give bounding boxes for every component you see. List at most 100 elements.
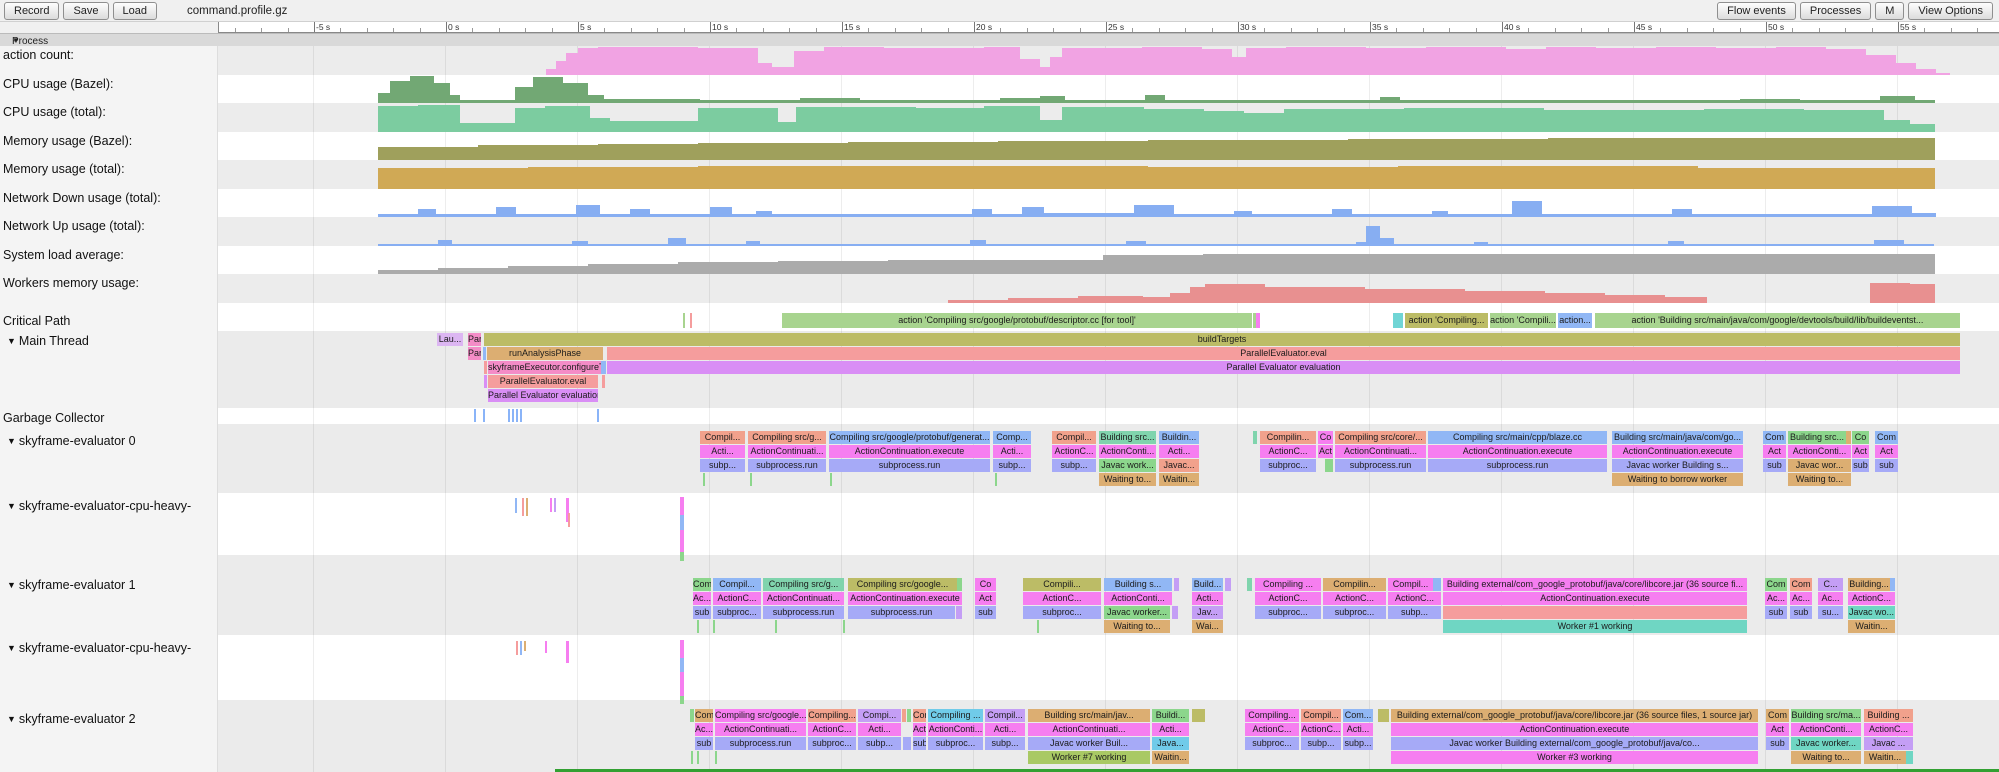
slice[interactable]: Javac... [1159,459,1199,472]
counter-bar-cpu-usage-bazel[interactable] [390,81,410,103]
event-tick[interactable] [516,409,518,422]
slice[interactable] [1247,578,1252,591]
slice[interactable] [1378,709,1389,722]
counter-bar-action-count[interactable] [1716,48,1776,75]
counter-bar-network-up-usage[interactable] [378,244,438,246]
slice[interactable]: action 'Compiling src/google/protobuf/de… [782,313,1252,328]
event-tick[interactable] [522,498,524,516]
counter-bar-cpu-usage-total[interactable] [796,107,916,132]
slice[interactable]: action 'Compili... [1490,313,1556,328]
counter-bar-action-count[interactable] [1916,69,1936,75]
slice[interactable]: subproc... [1323,606,1386,619]
slice[interactable]: sub [1763,459,1786,472]
counter-bar-cpu-usage-bazel[interactable] [1065,100,1145,103]
counter-bar-workers-memory-usage[interactable] [1465,291,1545,303]
slice[interactable]: Building src... [1099,431,1156,444]
counter-bar-action-count[interactable] [794,51,824,75]
counter-bar-cpu-usage-bazel[interactable] [450,95,460,103]
counter-bar-workers-memory-usage[interactable] [1870,283,1910,303]
slice[interactable]: Compiling src/google... [715,709,806,722]
counter-bar-system-load-average[interactable] [778,261,888,274]
slice[interactable]: Javac worker Buil... [1028,737,1150,750]
slice[interactable]: Com [913,709,926,722]
event-tick[interactable] [512,409,514,422]
counter-bar-cpu-usage-total[interactable] [1544,110,1704,132]
slice[interactable] [957,578,962,591]
slice[interactable] [703,473,705,486]
counter-bar-cpu-usage-bazel[interactable] [1800,100,1880,103]
slice[interactable]: sub [1790,606,1812,619]
event-tick[interactable] [568,513,570,527]
counter-bar-network-down-usage[interactable] [630,209,650,217]
slice[interactable]: ActionC... [1323,592,1386,605]
counter-bar-network-up-usage[interactable] [1874,240,1904,246]
slice[interactable]: Jav... [1192,606,1223,619]
track-label-memory-usage-total[interactable]: Memory usage (total): [3,162,125,176]
slice[interactable]: ActionContinuati... [763,592,844,605]
slice[interactable] [1225,578,1231,591]
slice[interactable]: Act [1852,445,1869,458]
slice[interactable] [1172,606,1178,619]
slice[interactable]: subp... [700,459,745,472]
counter-bar-cpu-usage-total[interactable] [460,123,515,132]
slice[interactable]: Com [1765,578,1787,591]
counter-bar-cpu-usage-bazel[interactable] [1000,98,1040,103]
counter-bar-action-count[interactable] [1246,48,1286,75]
counter-bar-network-up-usage[interactable] [1474,242,1488,246]
counter-bar-cpu-usage-total[interactable] [1204,111,1244,132]
counter-bar-cpu-usage-bazel[interactable] [1380,97,1400,103]
counter-bar-cpu-usage-bazel[interactable] [378,93,390,103]
counter-bar-cpu-usage-bazel[interactable] [563,83,588,103]
slice[interactable] [683,313,685,328]
slice[interactable]: Waitin... [1848,620,1895,633]
counter-bar-cpu-usage-total[interactable] [610,121,698,132]
counter-bar-workers-memory-usage[interactable] [1078,296,1143,303]
counter-bar-network-up-usage[interactable] [438,240,452,246]
counter-bar-workers-memory-usage[interactable] [1365,289,1465,303]
slice[interactable]: ActionConti... [1099,445,1156,458]
counter-bar-cpu-usage-bazel[interactable] [1040,96,1065,103]
slice[interactable]: Acti... [1159,445,1199,458]
counter-bar-action-count[interactable] [1050,57,1062,75]
slice[interactable] [1174,578,1179,591]
slice[interactable]: ActionC... [1023,592,1101,605]
slice[interactable]: C... [1818,578,1843,591]
track-label-cpu-usage-bazel[interactable]: CPU usage (Bazel): [3,77,113,91]
counter-bar-system-load-average[interactable] [1203,254,1935,274]
counter-bar-cpu-usage-total[interactable] [1704,109,1804,132]
counter-bar-network-up-usage[interactable] [986,244,1126,246]
slice[interactable]: Compiling... [1245,709,1299,722]
collapse-triangle-icon[interactable]: ▼ [7,580,16,590]
slice[interactable]: Javac wo... [1848,606,1895,619]
slice[interactable] [750,473,752,486]
track-label-skyframe-evaluator-2[interactable]: ▼skyframe-evaluator 2 [7,712,136,726]
slice[interactable]: Act [1766,723,1789,736]
counter-bar-workers-memory-usage[interactable] [1665,297,1707,303]
slice[interactable]: su... [1818,606,1843,619]
counter-bar-action-count[interactable] [1936,73,1950,75]
counter-bar-network-down-usage[interactable] [418,209,436,217]
slice[interactable] [715,751,717,764]
slice[interactable]: Waiting to... [1099,473,1156,486]
track-label-network-down-usage[interactable]: Network Down usage (total): [3,191,161,205]
slice[interactable]: skyframeExecutor.configureTargets [488,361,601,374]
event-tick[interactable] [515,498,517,513]
track-label-cpu-usage-total[interactable]: CPU usage (total): [3,105,106,119]
slice[interactable]: Compiling src/google... [848,578,957,591]
counter-bar-cpu-usage-bazel[interactable] [1880,96,1915,103]
slice[interactable] [484,361,487,374]
slice[interactable]: Compiling... [808,709,856,722]
slice[interactable]: subp... [1052,459,1096,472]
slice[interactable]: Building src/main/jav... [1028,709,1150,722]
counter-bar-cpu-usage-total[interactable] [1804,110,1884,132]
slice[interactable]: subproc... [808,737,856,750]
slice[interactable]: subproc... [1245,737,1299,750]
slice[interactable] [903,737,911,750]
track-label-skyframe-evaluator-cpu-heavy-0[interactable]: ▼skyframe-evaluator-cpu-heavy- [7,499,191,513]
slice[interactable]: ActionContinuation.execute [1391,723,1758,736]
slice[interactable]: Acti... [993,445,1031,458]
slice[interactable]: Par [468,347,481,360]
counter-bar-network-down-usage[interactable] [1044,213,1134,217]
counter-bar-network-down-usage[interactable] [1512,201,1542,217]
slice[interactable] [1325,459,1333,472]
